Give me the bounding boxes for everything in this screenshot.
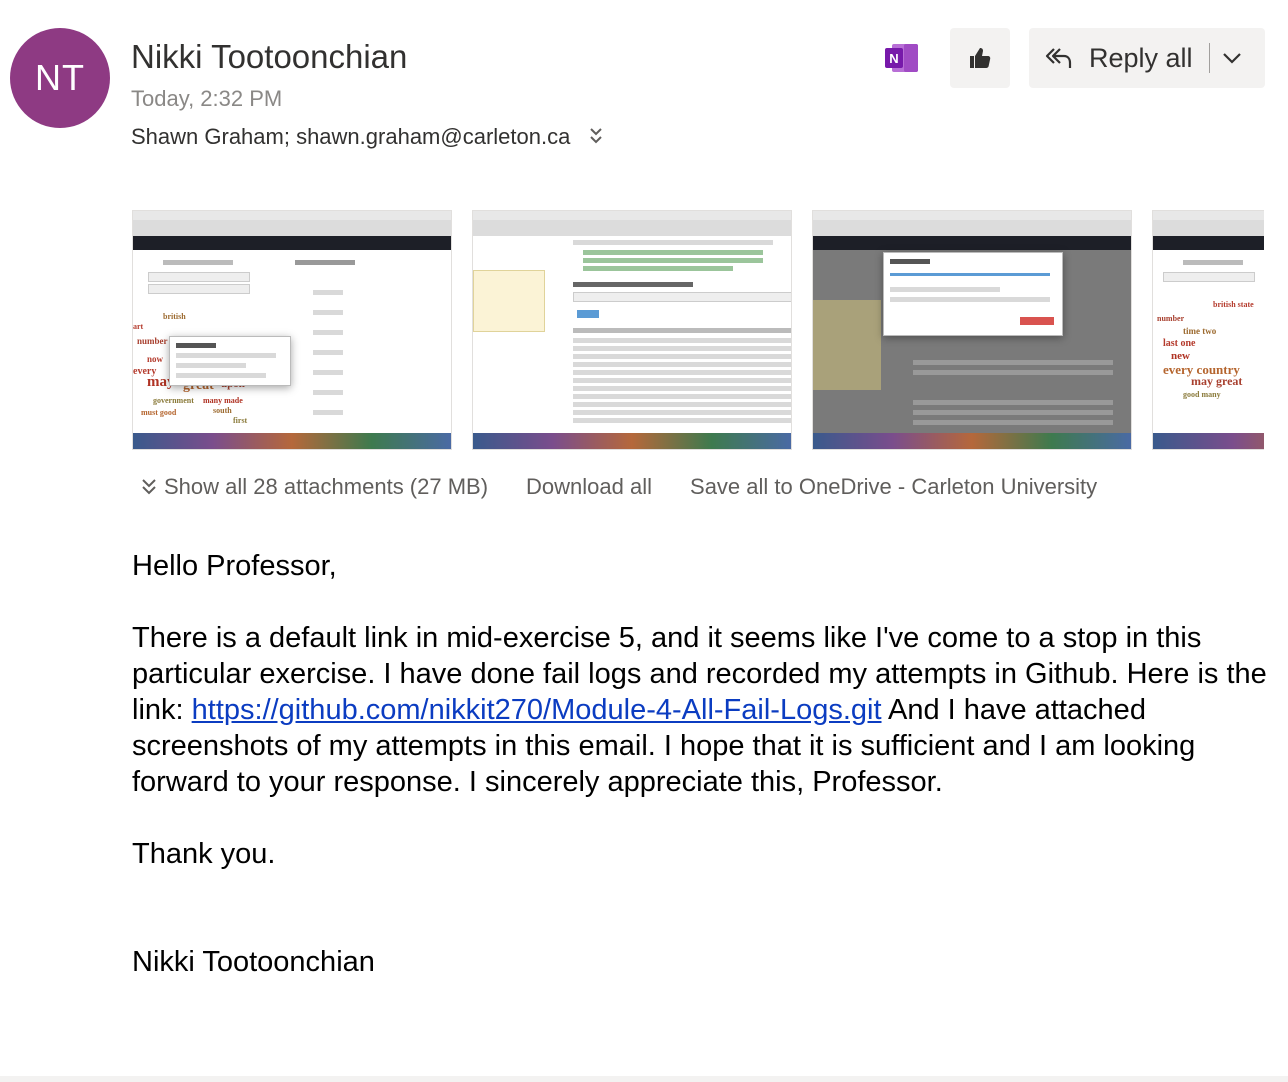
attachment-thumbnail-3[interactable] <box>812 210 1132 450</box>
onenote-icon[interactable]: N <box>884 42 920 74</box>
download-all-link[interactable]: Download all <box>526 474 652 500</box>
recipients-line: Shawn Graham; shawn.graham@carleton.ca <box>131 124 604 150</box>
attachment-actions: Show all 28 attachments (27 MB) Download… <box>140 474 1097 500</box>
attachment-thumbnail-4[interactable]: number time two last one new every count… <box>1152 210 1264 450</box>
reply-all-button[interactable]: Reply all <box>1029 28 1265 88</box>
sender-name[interactable]: Nikki Tootoonchian <box>131 38 407 76</box>
message-body: Hello Professor, There is a default link… <box>132 548 1272 980</box>
sender-avatar[interactable]: NT <box>10 28 110 128</box>
greeting: Hello Professor, <box>132 550 337 582</box>
signature: Nikki Tootoonchian <box>132 946 375 978</box>
reply-all-icon <box>1045 48 1072 68</box>
chevron-down-icon[interactable] <box>1220 46 1244 70</box>
attachment-thumbnails: art number british now every may great u… <box>132 210 1264 450</box>
expand-recipients-icon[interactable] <box>588 126 604 149</box>
button-divider <box>1208 43 1210 73</box>
recipients-list[interactable]: Shawn Graham; shawn.graham@carleton.ca <box>131 124 570 150</box>
bottom-divider <box>0 1076 1288 1082</box>
attachment-thumbnail-2[interactable] <box>472 210 792 450</box>
svg-text:N: N <box>889 51 898 66</box>
closing: Thank you. <box>132 838 276 870</box>
save-to-onedrive-link[interactable]: Save all to OneDrive - Carleton Universi… <box>690 474 1097 500</box>
like-button[interactable] <box>950 28 1010 88</box>
message-paragraph: There is a default link in mid-exercise … <box>132 622 1267 798</box>
thumbs-up-icon <box>970 48 991 68</box>
message-timestamp: Today, 2:32 PM <box>131 86 283 111</box>
github-link[interactable]: https://github.com/nikkit270/Module-4-Al… <box>192 694 882 726</box>
show-all-attachments-link[interactable]: Show all 28 attachments (27 MB) <box>164 474 488 500</box>
attachment-thumbnail-1[interactable]: art number british now every may great u… <box>132 210 452 450</box>
reply-all-label: Reply all <box>1089 42 1193 73</box>
double-chevron-down-icon[interactable] <box>140 477 158 497</box>
